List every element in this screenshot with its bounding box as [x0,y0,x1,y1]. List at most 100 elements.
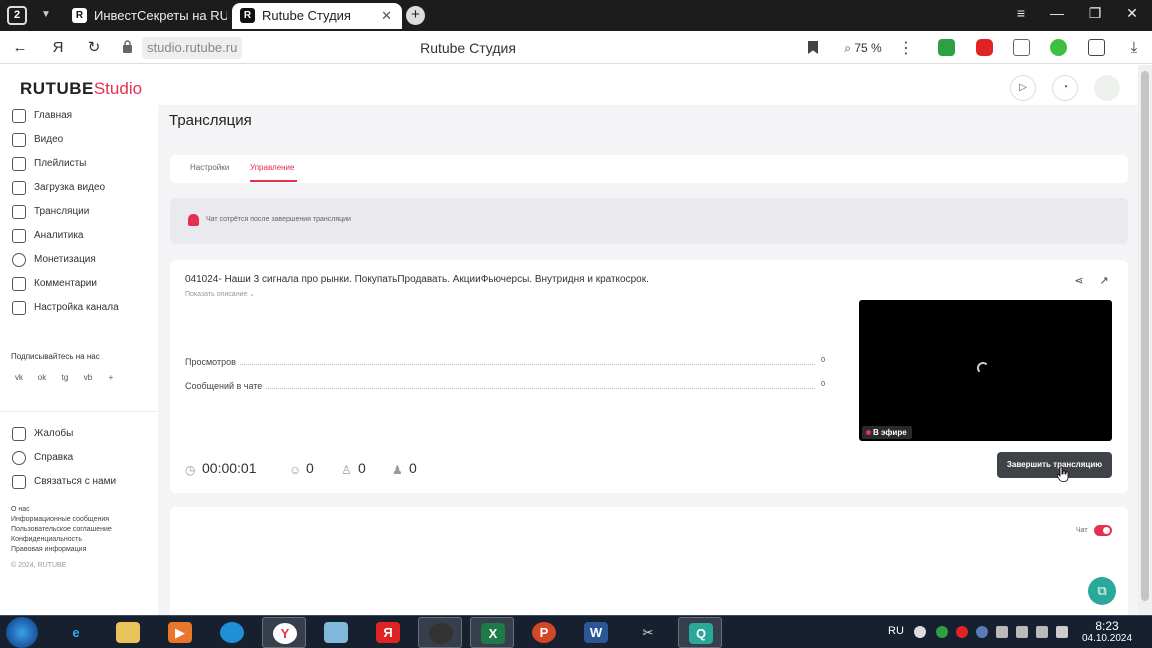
new-tab-button[interactable]: + [406,6,425,25]
taskbar-powerpoint[interactable]: P [522,617,566,648]
sidebar-item-label: Монетизация [34,254,96,265]
duration-metric: ◷ 00:00:01 [185,459,257,477]
system-clock[interactable]: 8:23 04.10.2024 [1080,619,1134,644]
zoom-level: 75 % [854,41,882,55]
reload-icon[interactable]: ↻ [84,38,104,58]
telegram-icon[interactable]: tg [57,370,73,386]
flag-tray-icon[interactable] [996,626,1008,638]
sidebar-item-monetization[interactable]: Монетизация [12,251,96,269]
sidebar-item-video[interactable]: Видео [12,131,63,149]
sidebar-item-help[interactable]: Справка [12,449,73,467]
tray-icon[interactable] [956,626,968,638]
page-scrollbar[interactable] [1138,65,1152,615]
browser-tab-label: Rutube Студия [262,8,351,23]
viber-icon[interactable]: vb [80,370,96,386]
url-text[interactable]: studio.rutube.ru [142,37,243,59]
network-icon[interactable] [1036,626,1048,638]
taskbar-yandex-browser[interactable]: Y [262,617,306,648]
sidebar-item-broadcasts[interactable]: Трансляции [12,203,89,221]
zoom-indicator[interactable]: ⌕ 75 % [837,37,889,59]
taskbar-word[interactable]: W [574,617,618,648]
green-extension-icon[interactable] [1050,39,1067,56]
close-window-icon[interactable]: ✕ [1122,5,1142,22]
tray-icon[interactable] [914,626,926,638]
sidebar-item-complaints[interactable]: Жалобы [12,425,73,443]
avatar[interactable] [1094,75,1120,101]
sidebar-item-home[interactable]: Главная [12,107,72,125]
more-vertical-icon[interactable]: ⋮ [898,38,914,58]
sidebar-item-contact[interactable]: Связаться с нами [12,473,116,491]
url-field[interactable]: studio.rutube.ru Rutube Студия [118,37,828,59]
taskbar-ie[interactable]: e [54,617,98,648]
rutube-studio-logo[interactable]: RUTUBEStudio [20,79,142,99]
hamburger-menu-icon[interactable]: ≡ [1011,5,1031,21]
taskbar-excel[interactable]: X [470,617,514,648]
back-arrow-icon[interactable]: ← [10,38,30,58]
taskbar-snipping[interactable]: ✂ [626,617,670,648]
tray-icon[interactable] [1016,626,1028,638]
vk-icon[interactable]: vk [11,370,27,386]
notifications-bell-icon[interactable]: ◔ [1052,75,1078,101]
keyboard-language[interactable]: RU [888,625,904,637]
minimize-icon[interactable]: — [1047,5,1067,21]
bookmark-icon[interactable] [808,41,818,54]
taskbar-yandex[interactable]: Я [366,617,410,648]
sidebar-item-playlists[interactable]: Плейлисты [12,155,86,173]
broadcast-icon [12,205,26,219]
footer-link-privacy[interactable]: Конфиденциальность [11,536,82,543]
share-icon[interactable]: ⋖ [1072,274,1086,288]
taskbar-q-app[interactable]: Q [678,617,722,648]
sidebar-item-channel-settings[interactable]: Настройка канала [12,299,119,317]
browser-tab-investsecrets[interactable]: R ИнвестСекреты на RUTUBE [64,3,227,29]
footer-link-terms[interactable]: Пользовательское соглашение [11,526,112,533]
show-description-link[interactable]: Показать описание ⌄ [185,290,255,298]
broadcast-tabs: Настройки Управление [170,155,1128,183]
more-social-icon[interactable]: + [103,370,119,386]
shield-extension-icon[interactable] [938,39,955,56]
sidebar-divider [0,411,158,412]
sidebar-item-upload[interactable]: Загрузка видео [12,179,105,197]
tab-settings[interactable]: Настройки [190,163,229,172]
close-icon[interactable]: ✕ [381,3,392,29]
yandex-icon[interactable]: Я [48,38,68,58]
taskbar-notes[interactable] [314,617,358,648]
bluetooth-icon[interactable] [976,626,988,638]
notes-icon [324,622,348,643]
screen-extension-icon[interactable] [1013,39,1030,56]
scrollbar-thumb[interactable] [1141,71,1149,601]
flag-icon [12,427,26,441]
collections-icon[interactable] [1088,39,1105,56]
start-button[interactable] [6,617,38,648]
sidebar-item-comments[interactable]: Комментарии [12,275,97,293]
end-broadcast-button[interactable]: Завершить трансляцию [997,452,1112,478]
footer-link-legal[interactable]: Правовая информация [11,546,86,553]
chat-toggle[interactable] [1094,525,1112,536]
tray-icon[interactable] [936,626,948,638]
ok-icon[interactable]: ok [34,370,50,386]
tab-count-badge[interactable]: 2 [7,6,27,25]
restore-icon[interactable]: ❐ [1085,5,1105,22]
youtube-extension-icon[interactable] [976,39,993,56]
create-video-button[interactable]: ▷ [1010,75,1036,101]
sidebar-item-analytics[interactable]: Аналитика [12,227,84,245]
support-chat-button[interactable]: ⧉ [1088,577,1116,605]
comments-icon [12,277,26,291]
taskbar-obs[interactable] [418,617,462,648]
taskbar-media[interactable]: ▶ [158,617,202,648]
download-icon[interactable]: ⤓ [1124,38,1144,58]
footer-link-about[interactable]: О нас [11,506,30,513]
video-player[interactable]: В эфире [859,300,1112,441]
external-link-icon[interactable]: ↗ [1097,274,1111,288]
logo-rutube: RUTUBE [20,79,94,98]
subscribe-label: Подписывайтесь на нас [11,352,100,361]
taskbar-edge[interactable] [210,617,254,648]
active-tab-indicator [250,180,297,182]
footer-link-info[interactable]: Информационные сообщения [11,516,109,523]
yandex-browser-icon: Y [273,623,297,644]
volume-icon[interactable] [1056,626,1068,638]
playlist-icon [12,157,26,171]
taskbar-explorer[interactable] [106,617,150,648]
tab-management[interactable]: Управление [250,163,294,172]
chevron-down-icon[interactable]: ▼ [37,6,55,24]
browser-tab-rutube-studio[interactable]: R Rutube Студия ✕ [232,3,402,29]
